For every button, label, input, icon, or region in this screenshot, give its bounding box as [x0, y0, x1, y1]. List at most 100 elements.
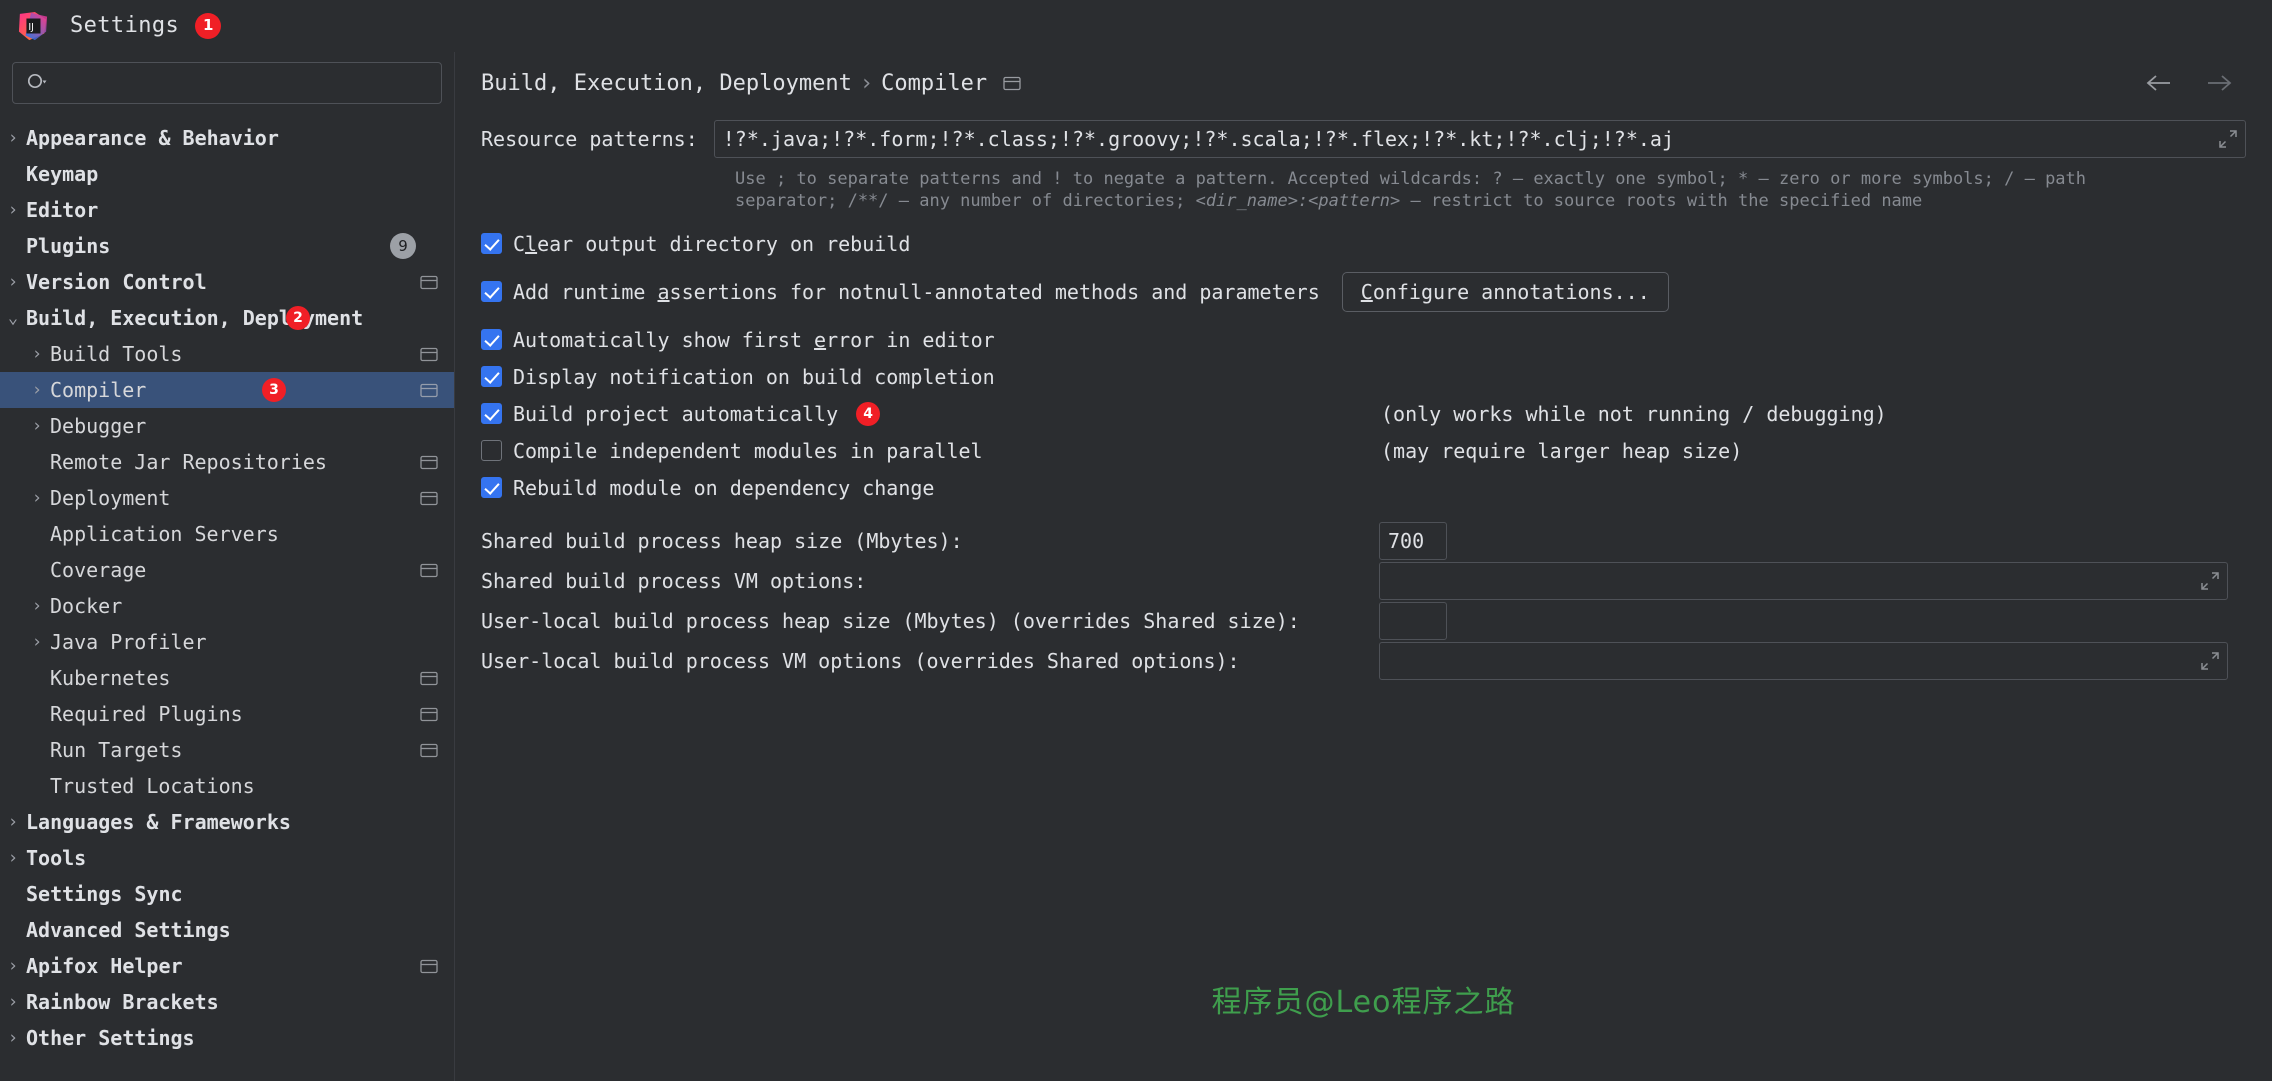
- window-frame-icon: [420, 707, 438, 721]
- sidebar-item-coverage[interactable]: ›Coverage: [0, 552, 454, 588]
- checkbox-add-runtime-assertions[interactable]: [481, 281, 502, 303]
- chevron-right-icon[interactable]: ›: [0, 813, 26, 831]
- chevron-right-icon[interactable]: ›: [0, 1029, 26, 1047]
- hint-line-1: Use ; to separate patterns and ! to nega…: [735, 169, 2087, 189]
- sidebar-item-java-profiler[interactable]: › Java Profiler: [0, 624, 454, 660]
- sidebar-item-build-tools[interactable]: › Build Tools: [0, 336, 454, 372]
- sidebar-item-deployment[interactable]: › Deployment: [0, 480, 454, 516]
- sidebar-item-run-targets[interactable]: ›Run Targets: [0, 732, 454, 768]
- search-input[interactable]: [55, 71, 429, 95]
- sidebar-item-keymap[interactable]: ›Keymap: [0, 156, 454, 192]
- checkbox-build-project-automatically[interactable]: [481, 403, 502, 425]
- sidebar-item-languages-frameworks[interactable]: › Languages & Frameworks: [0, 804, 454, 840]
- settings-sidebar: ›Appearance & Behavior›Keymap›Editor›Plu…: [0, 52, 455, 1081]
- sidebar-item-editor[interactable]: › Editor: [0, 192, 454, 228]
- sidebar-item-settings-sync[interactable]: ›Settings Sync: [0, 876, 454, 912]
- checkbox-clear-output-directory[interactable]: [481, 233, 502, 255]
- checkbox-label-rebuild-on-dependency-change: Rebuild module on dependency change: [513, 475, 935, 500]
- sidebar-item-other-settings[interactable]: › Other Settings: [0, 1020, 454, 1056]
- checkbox-row-show-first-error[interactable]: Automatically show first error in editor: [481, 323, 2246, 357]
- chevron-down-icon[interactable]: ⌄: [0, 309, 26, 327]
- sidebar-item-application-servers[interactable]: ›Application Servers: [0, 516, 454, 552]
- chevron-right-icon[interactable]: ›: [0, 993, 26, 1011]
- sidebar-item-trusted-locations[interactable]: ›Trusted Locations: [0, 768, 454, 804]
- chevron-right-icon[interactable]: ›: [24, 417, 50, 435]
- chevron-right-icon[interactable]: ›: [0, 201, 26, 219]
- sidebar-item-version-control[interactable]: › Version Control: [0, 264, 454, 300]
- input-userlocal-heap-size[interactable]: [1379, 601, 1447, 640]
- sidebar-item-debugger[interactable]: › Debugger: [0, 408, 454, 444]
- breadcrumb-root[interactable]: Build, Execution, Deployment: [481, 71, 852, 96]
- input-shared-heap-size[interactable]: [1379, 521, 1447, 560]
- build-automatically-badge: 4: [856, 401, 881, 426]
- checkbox-automatically-show-first-error[interactable]: [481, 329, 502, 351]
- input-shared-vm-options[interactable]: [1379, 561, 2228, 600]
- sidebar-item-kubernetes[interactable]: ›Kubernetes: [0, 660, 454, 696]
- configure-annotations-button[interactable]: Configure annotations...: [1341, 271, 1669, 312]
- resource-patterns-label: Resource patterns:: [481, 127, 698, 151]
- checkbox-display-notification[interactable]: [481, 366, 502, 388]
- arrow-left-icon[interactable]: [2144, 72, 2174, 94]
- checkbox-row-rebuild-on-dependency-change[interactable]: Rebuild module on dependency change: [481, 471, 2246, 505]
- checkbox-compile-independent-modules-in-parallel[interactable]: [481, 440, 502, 462]
- sidebar-item-advanced-settings[interactable]: ›Advanced Settings: [0, 912, 454, 948]
- sidebar-item-label: Version Control: [26, 270, 207, 294]
- sidebar-item-appearance-behavior[interactable]: › Appearance & Behavior: [0, 120, 454, 156]
- resource-patterns-input[interactable]: [713, 120, 2246, 158]
- navigation-buttons: [2144, 72, 2248, 94]
- breadcrumb-bar: Build, Execution, Deployment › Compiler: [455, 52, 2272, 114]
- sidebar-item-label: Appearance & Behavior: [26, 126, 279, 150]
- input-userlocal-vm-options[interactable]: [1379, 641, 2228, 680]
- window-frame-icon: [420, 959, 438, 973]
- sidebar-item-docker[interactable]: › Docker: [0, 588, 454, 624]
- sidebar-item-build-execution-deployment[interactable]: ⌄ Build, Execution, Deployment 2: [0, 300, 454, 336]
- checkbox-label-build-automatically: Build project automatically: [513, 401, 839, 426]
- search-box[interactable]: [12, 62, 442, 104]
- sidebar-item-label: Advanced Settings: [26, 918, 231, 942]
- sidebar-item-remote-jar-repositories[interactable]: ›Remote Jar Repositories: [0, 444, 454, 480]
- sidebar-item-apifox-helper[interactable]: › Apifox Helper: [0, 948, 454, 984]
- arrow-right-icon[interactable]: [2204, 72, 2234, 94]
- sidebar-item-label: Rainbow Brackets: [26, 990, 219, 1014]
- build-automatically-note: (only works while not running / debuggin…: [1381, 401, 1887, 426]
- sidebar-item-plugins[interactable]: ›Plugins9: [0, 228, 454, 264]
- sidebar-item-label: Kubernetes: [50, 666, 171, 690]
- expand-field-icon[interactable]: [2201, 572, 2219, 590]
- chevron-right-icon[interactable]: ›: [0, 957, 26, 975]
- window-frame-icon: [420, 455, 438, 469]
- chevron-right-icon[interactable]: ›: [24, 345, 50, 363]
- sidebar-item-rainbow-brackets[interactable]: › Rainbow Brackets: [0, 984, 454, 1020]
- sidebar-item-required-plugins[interactable]: ›Required Plugins: [0, 696, 454, 732]
- sidebar-item-label: Coverage: [50, 558, 147, 582]
- label-shared-heap-size: Shared build process heap size (Mbytes):: [481, 528, 963, 553]
- chevron-right-icon[interactable]: ›: [24, 489, 50, 507]
- checkbox-row-display-notification[interactable]: Display notification on build completion: [481, 360, 2246, 394]
- chevron-right-icon[interactable]: ›: [0, 273, 26, 291]
- checkbox-row-compile-parallel[interactable]: Compile independent modules in parallel …: [481, 434, 2246, 468]
- sidebar-item-tools[interactable]: › Tools: [0, 840, 454, 876]
- checkbox-row-build-automatically[interactable]: Build project automatically 4 (only work…: [481, 397, 2246, 431]
- compiler-settings-form: Resource patterns: Use ; to separate pat…: [455, 120, 2272, 680]
- sidebar-item-label: Java Profiler: [50, 630, 207, 654]
- hint-line-2-b: – restrict to source roots with the spec…: [1400, 191, 1923, 212]
- sidebar-badge: 2: [286, 306, 310, 330]
- checkbox-row-runtime-assertions[interactable]: Add runtime assertions for notnull-annot…: [481, 271, 2246, 312]
- search-area: [0, 52, 454, 112]
- chevron-right-icon[interactable]: ›: [0, 129, 26, 147]
- chevron-right-icon[interactable]: ›: [24, 597, 50, 615]
- sidebar-item-compiler[interactable]: › Compiler 3: [0, 372, 454, 408]
- sidebar-item-label: Editor: [26, 198, 99, 222]
- sidebar-item-label: Languages & Frameworks: [26, 810, 291, 834]
- checkbox-rebuild-module-on-dependency-change[interactable]: [481, 477, 502, 499]
- shared-vm-field-wrap: [1379, 561, 2228, 600]
- expand-field-icon[interactable]: [2219, 130, 2237, 148]
- checkbox-label-compile-parallel: Compile independent modules in parallel: [513, 438, 983, 463]
- checkbox-row-clear-output[interactable]: Clear output directory on rebuild: [481, 227, 2246, 261]
- resource-patterns-hint: Use ; to separate patterns and ! to nega…: [735, 168, 2246, 213]
- chevron-right-icon[interactable]: ›: [24, 633, 50, 651]
- chevron-right-icon[interactable]: ›: [24, 381, 50, 399]
- window-title: Settings: [70, 13, 180, 38]
- chevron-right-icon[interactable]: ›: [0, 849, 26, 867]
- hint-line-2-a: separator; /**/ – any number of director…: [735, 191, 1196, 212]
- expand-field-icon[interactable]: [2201, 652, 2219, 670]
